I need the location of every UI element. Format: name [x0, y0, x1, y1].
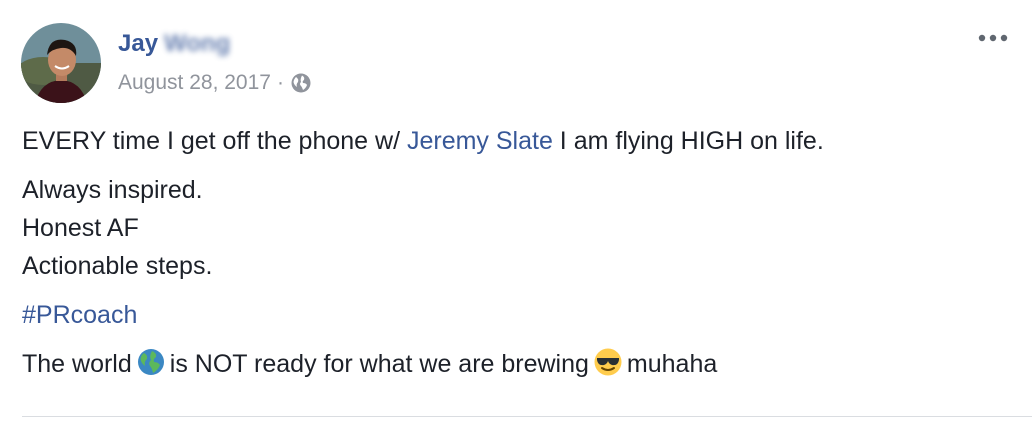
- meta-separator: ·: [276, 71, 284, 94]
- post-meta: August 28, 2017 ·: [118, 70, 312, 96]
- author-avatar[interactable]: [21, 23, 101, 103]
- sunglasses-face-emoji: [593, 347, 623, 377]
- author-surname-blurred: Wong: [164, 30, 231, 57]
- earth-globe-emoji: [136, 347, 166, 377]
- paragraph-1-text-after: I am flying HIGH on life.: [552, 127, 824, 155]
- post-divider: [22, 416, 1032, 417]
- facebook-post: Jay Wong August 28, 2017 · EVERY time I g…: [0, 0, 1032, 421]
- hashtag-link[interactable]: #PRcoach: [22, 301, 137, 329]
- paragraph-2: Always inspired. Honest AF Actionable st…: [22, 171, 1012, 285]
- paragraph-4-text-middle: is NOT ready for what we are brewing: [169, 350, 589, 378]
- post-body: EVERY time I get off the phone w/ Jeremy…: [22, 122, 1012, 394]
- paragraph-4: The world is NOT ready for what we are br…: [22, 345, 1012, 383]
- ellipsis-icon[interactable]: [976, 26, 1010, 50]
- paragraph-4-text-after: muhaha: [626, 350, 718, 378]
- paragraph-1-text-before: EVERY time I get off the phone w/: [22, 127, 407, 155]
- paragraph-4-text-before: The world: [22, 350, 132, 378]
- globe-icon[interactable]: [290, 72, 312, 94]
- paragraph-2-line-1: Always inspired.: [22, 176, 203, 204]
- paragraph-2-line-3: Actionable steps.: [22, 252, 213, 280]
- paragraph-1: EVERY time I get off the phone w/ Jeremy…: [22, 122, 1012, 160]
- author-first-name: Jay: [118, 30, 159, 57]
- mention-link[interactable]: Jeremy Slate: [407, 127, 553, 155]
- paragraph-3: #PRcoach: [22, 296, 1012, 334]
- author-name-link[interactable]: Jay Wong: [118, 30, 230, 58]
- post-timestamp[interactable]: August 28, 2017: [118, 71, 271, 95]
- paragraph-2-line-2: Honest AF: [22, 214, 139, 242]
